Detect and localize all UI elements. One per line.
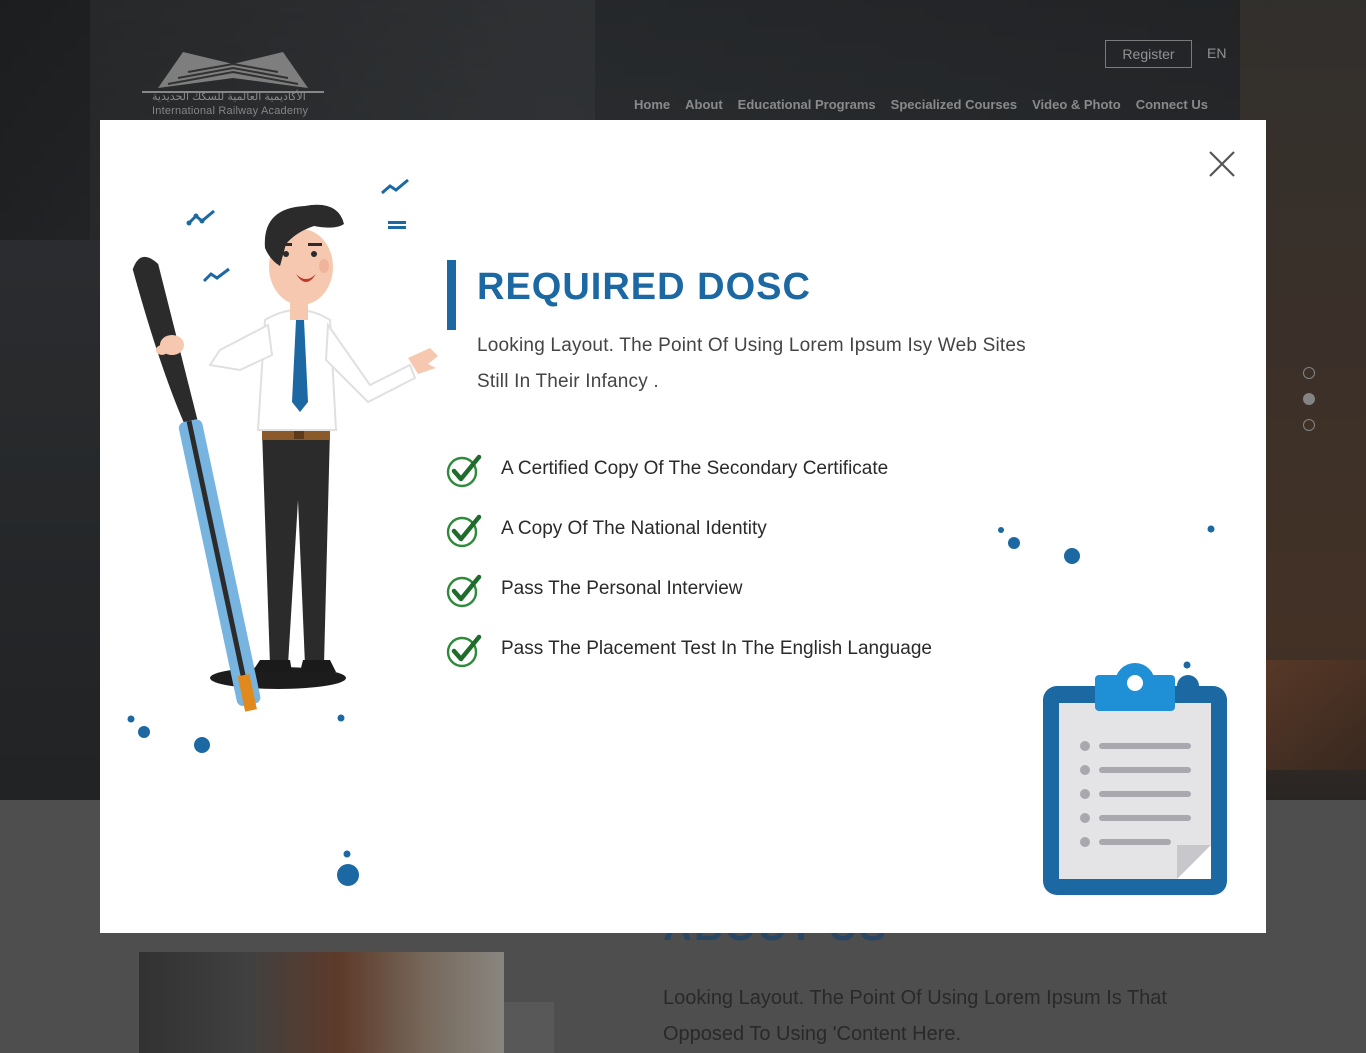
list-item: A Copy Of The National Identity (446, 512, 932, 572)
close-icon (1209, 151, 1235, 177)
check-icon (446, 634, 482, 668)
required-docs-modal: REQUIRED DOSC Looking Layout. The Point … (100, 120, 1266, 933)
businessman-illustration (132, 178, 438, 712)
title-accent-bar (447, 260, 456, 330)
requirement-text: A Copy Of The National Identity (501, 518, 767, 539)
requirement-text: A Certified Copy Of The Secondary Certif… (501, 458, 889, 479)
list-item: Pass The Placement Test In The English L… (446, 632, 932, 692)
close-button[interactable] (1206, 148, 1238, 180)
check-icon (446, 454, 482, 488)
check-icon (446, 574, 482, 608)
requirement-text: Pass The Placement Test In The English L… (501, 638, 932, 659)
check-icon (446, 514, 482, 548)
modal-title: REQUIRED DOSC (477, 266, 811, 308)
clipboard-icon (1043, 663, 1227, 895)
requirements-list: A Certified Copy Of The Secondary Certif… (446, 452, 932, 692)
list-item: A Certified Copy Of The Secondary Certif… (446, 452, 932, 512)
list-item: Pass The Personal Interview (446, 572, 932, 632)
modal-subtitle: Looking Layout. The Point Of Using Lorem… (477, 335, 1026, 392)
requirement-text: Pass The Personal Interview (501, 578, 743, 599)
